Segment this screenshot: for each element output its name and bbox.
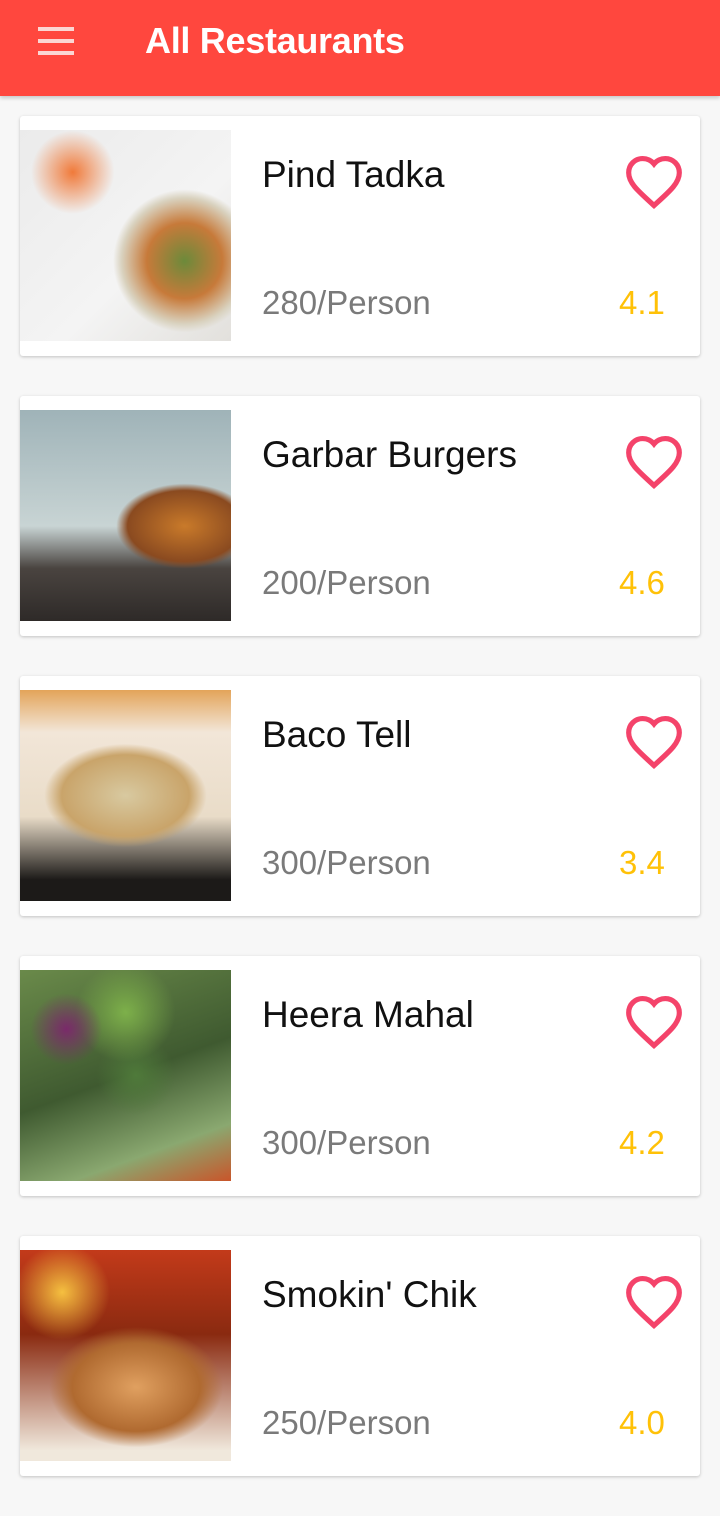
app-bar: All Restaurants [0, 0, 720, 96]
restaurant-image [20, 130, 231, 341]
restaurant-image [20, 690, 231, 901]
restaurant-card[interactable]: Baco Tell 300/Person 3.4 [20, 676, 700, 916]
restaurant-price: 250/Person [262, 1404, 431, 1441]
restaurant-rating: 3.4 [619, 844, 665, 881]
favorite-heart-icon[interactable] [623, 992, 685, 1050]
restaurant-image [20, 970, 231, 1181]
favorite-heart-icon[interactable] [623, 712, 685, 770]
restaurant-price: 280/Person [262, 284, 431, 321]
restaurant-price: 200/Person [262, 564, 431, 601]
restaurant-card[interactable]: Pind Tadka 280/Person 4.1 [20, 116, 700, 356]
restaurant-name: Heera Mahal [262, 994, 474, 1035]
restaurant-name: Smokin' Chik [262, 1274, 477, 1315]
restaurant-name: Garbar Burgers [262, 434, 517, 475]
restaurant-rating: 4.1 [619, 284, 665, 321]
restaurant-card[interactable]: Heera Mahal 300/Person 4.2 [20, 956, 700, 1196]
restaurant-rating: 4.6 [619, 564, 665, 601]
favorite-heart-icon[interactable] [623, 432, 685, 490]
restaurant-list: Pind Tadka 280/Person 4.1 Garbar Burgers… [20, 116, 700, 1516]
restaurant-card[interactable]: Smokin' Chik 250/Person 4.0 [20, 1236, 700, 1476]
favorite-heart-icon[interactable] [623, 1272, 685, 1330]
restaurant-card[interactable]: Garbar Burgers 200/Person 4.6 [20, 396, 700, 636]
page-title: All Restaurants [145, 20, 405, 61]
restaurant-image [20, 410, 231, 621]
restaurant-rating: 4.2 [619, 1124, 665, 1161]
restaurant-name: Pind Tadka [262, 154, 445, 195]
restaurant-price: 300/Person [262, 844, 431, 881]
restaurant-name: Baco Tell [262, 714, 412, 755]
restaurant-rating: 4.0 [619, 1404, 665, 1441]
restaurant-image [20, 1250, 231, 1461]
hamburger-menu-icon[interactable] [36, 27, 76, 55]
restaurant-price: 300/Person [262, 1124, 431, 1161]
favorite-heart-icon[interactable] [623, 152, 685, 210]
